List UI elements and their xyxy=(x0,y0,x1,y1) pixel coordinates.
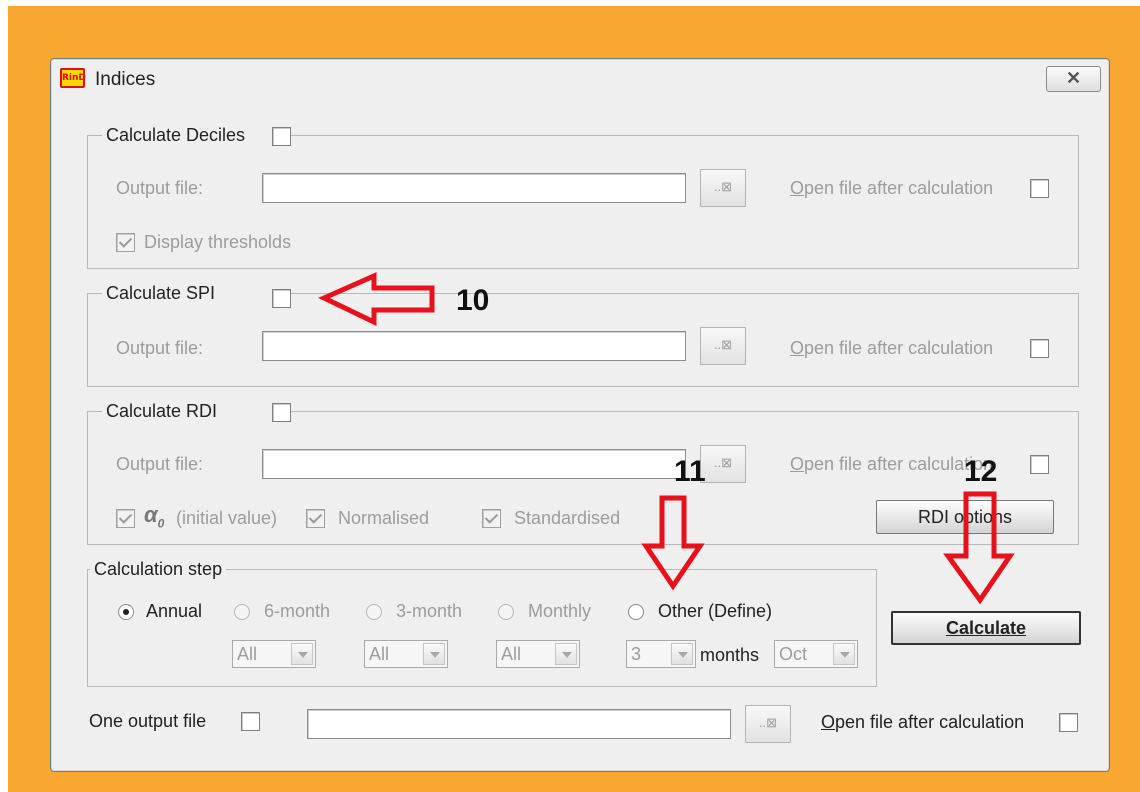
annotation-number-10: 10 xyxy=(456,284,490,317)
annotation-overlay xyxy=(318,272,1015,605)
annotation-number-12: 12 xyxy=(964,455,998,488)
arrow-down-icon xyxy=(641,495,705,591)
arrow-down-icon xyxy=(943,491,1015,605)
annotation-arrows xyxy=(318,272,1015,605)
arrow-left-icon xyxy=(318,272,435,326)
annotation-number-11: 11 xyxy=(674,455,706,488)
